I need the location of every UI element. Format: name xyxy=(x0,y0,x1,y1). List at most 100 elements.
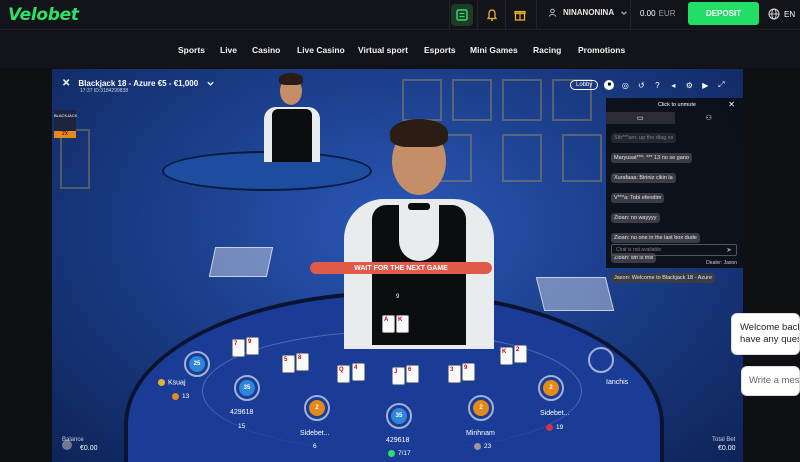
player-card: 5 xyxy=(282,355,295,373)
help-icon[interactable]: ? xyxy=(652,80,662,90)
dealer-card: K xyxy=(396,315,409,333)
chat-message: V***a: Tobi efendim xyxy=(611,193,665,203)
language-selector[interactable]: EN xyxy=(768,8,795,20)
receipt-icon[interactable] xyxy=(451,4,473,26)
support-welcome-line-2: have any ques xyxy=(740,334,800,345)
player-name: Sidebet... xyxy=(300,430,330,437)
support-welcome-line-1: Welcome back xyxy=(740,322,800,333)
chat-message: Zioan: no wayyyy xyxy=(611,213,660,223)
total-bet-value: €0.00 xyxy=(718,445,736,452)
dealer-card: A xyxy=(382,315,395,333)
support-message-input[interactable]: Write a mes xyxy=(741,366,800,396)
nav-item-casino[interactable]: Casino xyxy=(252,45,280,55)
divider xyxy=(505,0,506,30)
fullscreen-icon[interactable]: ⤢ xyxy=(716,80,726,90)
player-card: K xyxy=(500,347,513,365)
player-name: Ksuaj xyxy=(158,379,186,386)
wall-panel xyxy=(562,134,602,182)
wall-panel xyxy=(60,129,90,189)
nav-item-live-casino[interactable]: Live Casino xyxy=(297,45,345,55)
deposit-button[interactable]: DEPOSIT xyxy=(688,2,759,25)
player-card: 6 xyxy=(406,365,419,383)
chat-input-placeholder: Chat is not available xyxy=(616,247,662,253)
unmute-prompt[interactable]: Click to unmute xyxy=(606,98,743,112)
wall-panel xyxy=(502,134,542,182)
side-tag-title: BLACKJACK xyxy=(54,113,78,118)
player-name: Sidebet... xyxy=(540,410,570,417)
nav-item-promotions[interactable]: Promotions xyxy=(578,45,625,55)
history-icon[interactable]: ↺ xyxy=(636,80,646,90)
close-icon[interactable]: ✕ xyxy=(728,100,735,109)
tab-players[interactable]: ⚇ xyxy=(675,112,744,124)
round-id: 17:37 ID:3184299838 xyxy=(80,88,129,94)
seat-4[interactable]: 35 xyxy=(386,403,412,429)
seat-6[interactable]: 2 xyxy=(538,375,564,401)
player-score: 15 xyxy=(238,423,246,430)
bet-chip: 2 xyxy=(473,400,489,416)
seat-5[interactable]: 2 xyxy=(468,395,494,421)
bet-chip: 2 xyxy=(309,400,325,416)
user-menu[interactable]: NINANONINA xyxy=(548,8,628,17)
seat-1[interactable]: 25 xyxy=(184,351,210,377)
bet-chip xyxy=(593,352,609,368)
player-card: 3 xyxy=(448,365,461,383)
bet-chip: 35 xyxy=(391,408,407,424)
settings-icon[interactable]: ⚙ xyxy=(684,80,694,90)
tab-chat[interactable]: ▭ xyxy=(606,112,675,124)
username: NINANONINA xyxy=(563,8,615,17)
chat-tabs: ▭ ⚇ xyxy=(606,112,743,124)
bet-chip: 35 xyxy=(239,380,255,396)
video-icon[interactable]: ▶ xyxy=(700,80,710,90)
brand-logo[interactable]: Velobet xyxy=(8,5,79,25)
globe-icon xyxy=(768,8,780,20)
sound-icon[interactable]: ◂ xyxy=(668,80,678,90)
top-bar: Velobet NINANONINA 0.00 EUR DEPOSIT EN xyxy=(0,0,800,30)
chat-message: Zioan: no one in the last box dude xyxy=(611,233,700,243)
player-score: 23 xyxy=(474,443,491,450)
balance-value: €0.00 xyxy=(80,445,98,452)
close-icon[interactable]: ✕ xyxy=(62,78,70,89)
game-controls: Lobby ■ ◎ ↺ ? ◂ ⚙ ▶ ⤢ xyxy=(570,78,726,92)
player-card: 9 xyxy=(246,337,259,355)
chat-panel: Click to unmute ✕ ▭ ⚇ Sib***am: up the d… xyxy=(606,98,743,283)
chevron-down-icon[interactable] xyxy=(206,79,215,88)
player-score: 19 xyxy=(546,424,563,431)
card-shoe xyxy=(208,247,274,277)
bell-icon[interactable] xyxy=(481,4,503,26)
balance-amount: 0.00 xyxy=(640,9,656,18)
nav-item-live[interactable]: Live xyxy=(220,45,237,55)
chat-input[interactable]: Chat is not available ➤ xyxy=(611,244,737,256)
side-promo-tag[interactable]: BLACKJACK 2X xyxy=(54,110,78,138)
user-icon xyxy=(548,8,557,17)
language-code: EN xyxy=(784,9,796,19)
nav-item-virtual-sport[interactable]: Virtual sport xyxy=(358,45,408,55)
wallet-balance: 0.00 EUR xyxy=(640,9,675,18)
wall-panel xyxy=(402,79,442,121)
nav-item-sports[interactable]: Sports xyxy=(178,45,205,55)
chat-message: Maryusat***: *** 13 no se gano xyxy=(611,153,692,163)
player-name: Ianchis xyxy=(606,379,629,386)
nav-item-racing[interactable]: Racing xyxy=(533,45,561,55)
player-name: 429618 xyxy=(230,409,254,416)
player-score: 13 xyxy=(172,393,189,400)
player-card: J xyxy=(392,367,405,385)
main-nav: Sports Live Casino Live Casino Virtual s… xyxy=(0,31,800,68)
statistics-icon[interactable]: ◎ xyxy=(620,80,630,90)
chat-toggle-icon[interactable]: ■ xyxy=(604,80,615,90)
chat-message: Sib***am: up the diag xs xyxy=(611,133,677,143)
side-tag-multiplier: 2X xyxy=(54,131,76,138)
nav-item-mini-games[interactable]: Mini Games xyxy=(470,45,518,55)
seat-3[interactable]: 2 xyxy=(304,395,330,421)
bet-chip: 25 xyxy=(189,356,205,372)
seat-2[interactable]: 35 xyxy=(234,375,260,401)
seat-7[interactable] xyxy=(588,347,614,373)
support-welcome-message[interactable]: Welcome back have any ques xyxy=(731,313,800,355)
dealer-name: Dealer: Jaxon xyxy=(706,260,737,266)
send-icon[interactable]: ➤ xyxy=(726,246,732,254)
lobby-button[interactable]: Lobby xyxy=(570,80,599,90)
gift-icon[interactable] xyxy=(509,4,531,26)
wall-panel xyxy=(502,79,542,121)
nav-item-esports[interactable]: Esports xyxy=(424,45,456,55)
player-card: 2 xyxy=(514,345,527,363)
player-card: 8 xyxy=(296,353,309,371)
